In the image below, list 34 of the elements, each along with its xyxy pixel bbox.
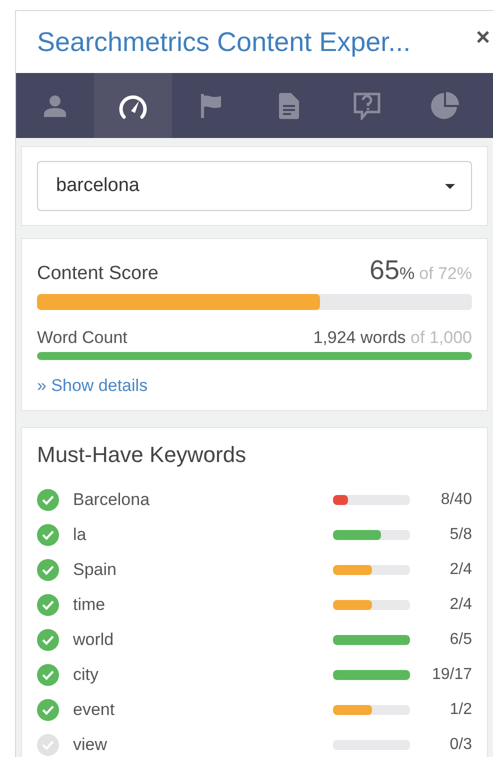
- keyword-count: 5/8: [448, 526, 472, 544]
- help-icon: [353, 92, 381, 120]
- keyword: city: [73, 664, 100, 684]
- keyword-count: 8/40: [440, 490, 472, 508]
- word-count-label: Word Count: [37, 328, 128, 348]
- content-score-value: 65% of 72%: [369, 255, 472, 286]
- show-details-link[interactable]: » Show details: [37, 376, 148, 396]
- close-button[interactable]: ×: [476, 24, 490, 52]
- caret-icon: [445, 184, 455, 188]
- person-icon: [43, 94, 67, 116]
- tab[interactable]: [94, 73, 172, 138]
- content-score-label: Content Score: [37, 263, 158, 285]
- keyword: Spain: [73, 560, 118, 580]
- word-count-value: 1,924 words of 1,000: [313, 328, 472, 348]
- keyword: Barcelona: [73, 490, 151, 510]
- document-icon: [279, 92, 299, 118]
- keyword: world: [73, 630, 115, 650]
- keyword-count: 2/4: [448, 596, 472, 614]
- section-title: Must-Have Keywords: [37, 442, 248, 468]
- flag-icon: [200, 94, 222, 118]
- keyword: la: [73, 524, 88, 544]
- window-title: Searchmetrics Content Exper...: [37, 26, 411, 58]
- topic-dropdown[interactable]: barcelona: [37, 161, 472, 211]
- keyword: event: [73, 700, 116, 720]
- pie-chart-icon: [431, 92, 459, 120]
- keyword: time: [73, 594, 106, 614]
- keyword-count: 0/3: [448, 736, 472, 754]
- keyword-count: 2/4: [448, 560, 472, 578]
- keyword-count: 1/2: [448, 700, 472, 718]
- keyword: view: [73, 734, 108, 754]
- keyword-count: 19/17: [430, 666, 472, 684]
- dropdown-value: barcelona: [56, 175, 140, 197]
- gauge-icon: [118, 92, 148, 118]
- keyword-count: 6/5: [448, 630, 472, 648]
